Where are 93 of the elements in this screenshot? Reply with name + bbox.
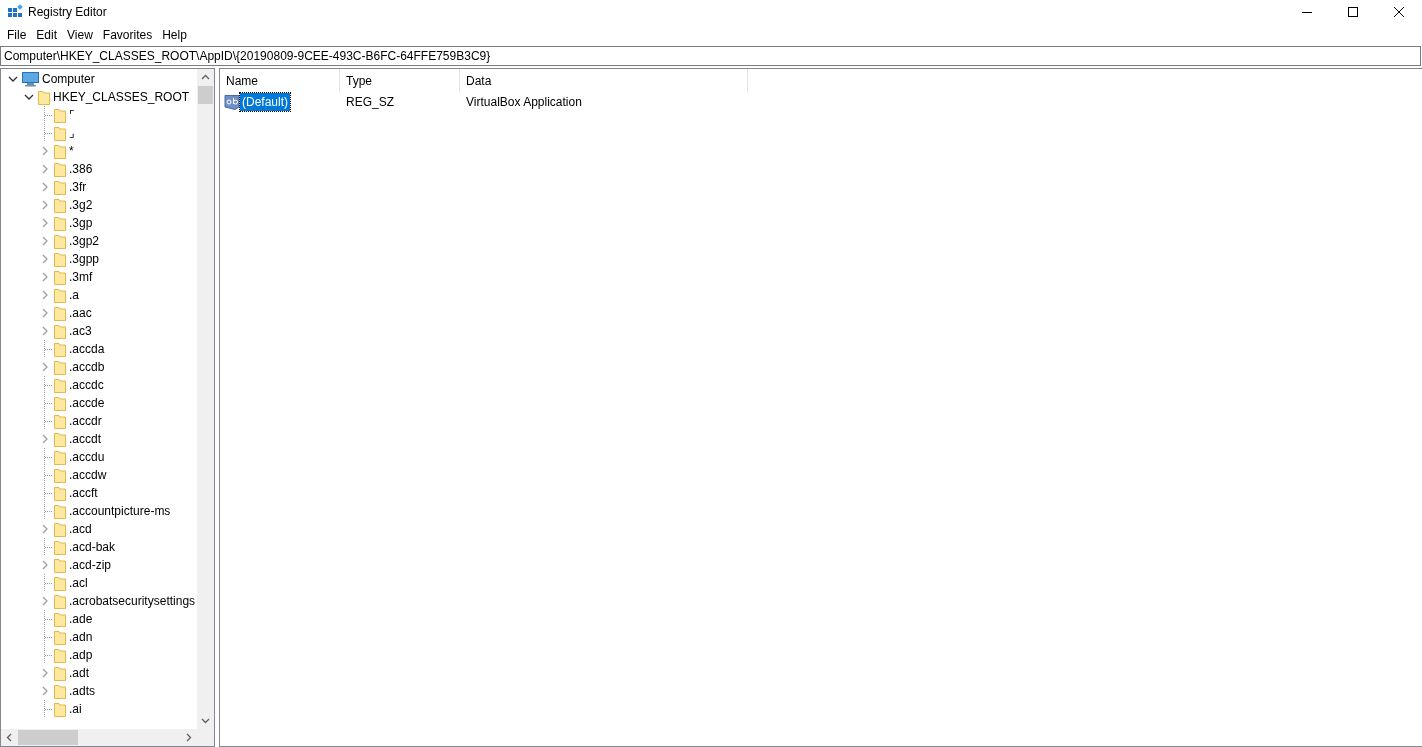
folder-icon <box>53 538 67 556</box>
tree-node-label[interactable]: .adt <box>67 665 91 681</box>
scroll-thumb[interactable] <box>198 86 213 104</box>
close-icon <box>1394 7 1404 17</box>
folder-icon <box>53 376 67 394</box>
tree-node-label[interactable]: .accdu <box>67 449 107 465</box>
tree-node-label[interactable]: .3g2 <box>67 197 95 213</box>
tree-node-label[interactable]: .accdw <box>67 467 109 483</box>
folder-icon <box>53 574 67 592</box>
folder-icon <box>53 340 67 358</box>
folder-icon <box>53 556 67 574</box>
folder-icon <box>53 646 67 664</box>
app-icon <box>7 4 23 20</box>
horizontal-scrollbar[interactable] <box>1 729 214 746</box>
tree-node-label[interactable]: .acd <box>67 521 94 537</box>
tree-node-label[interactable]: .ai <box>67 701 84 717</box>
tree-node-label[interactable]: Computer <box>40 71 97 87</box>
folder-icon <box>37 88 51 106</box>
column-header[interactable]: Data <box>460 69 748 93</box>
minimize-icon <box>1302 11 1312 13</box>
menu-item[interactable]: View <box>62 24 98 46</box>
tree-node-label[interactable]: .3fr <box>67 179 89 195</box>
address-bar[interactable]: Computer\HKEY_CLASSES_ROOT\AppID\{20190809-9CEE-493C-B6FC-64FFE759B3C9} <box>0 46 1421 66</box>
folder-icon <box>53 466 67 484</box>
folder-icon <box>53 106 67 124</box>
folder-icon <box>53 394 67 412</box>
value-type: REG_SZ <box>345 94 395 111</box>
folder-icon <box>53 700 67 718</box>
folder-icon <box>53 250 67 268</box>
tree-node-label[interactable]: .3mf <box>67 269 95 285</box>
string-value-icon <box>224 94 240 110</box>
tree-node-label[interactable]: .acd-bak <box>67 539 118 555</box>
folder-icon <box>53 142 67 160</box>
folder-icon <box>53 214 67 232</box>
computer-icon <box>21 71 40 87</box>
tree-node-label[interactable]: .accdr <box>67 413 104 429</box>
folder-icon <box>53 448 67 466</box>
folder-icon <box>53 592 67 610</box>
folder-icon <box>53 232 67 250</box>
folder-icon <box>53 304 67 322</box>
window-title: Registry Editor <box>28 4 108 21</box>
folder-icon <box>53 268 67 286</box>
tree-node-label[interactable]: .386 <box>67 161 95 177</box>
value-name[interactable]: (Default) <box>240 93 290 111</box>
tree-node-label[interactable]: ⌜ <box>67 107 77 123</box>
tree-node-label[interactable]: .accdc <box>67 377 106 393</box>
folder-icon <box>53 124 67 142</box>
tree-node-label[interactable]: .accdt <box>67 431 103 447</box>
column-header[interactable]: Type <box>340 69 460 93</box>
tree-node-label[interactable]: .3gp2 <box>67 233 102 249</box>
tree-node-label[interactable]: .adn <box>67 629 95 645</box>
tree-node-label[interactable]: .3gpp <box>67 251 102 267</box>
tree-node-label[interactable]: .accft <box>67 485 100 501</box>
folder-icon <box>53 322 67 340</box>
folder-icon <box>53 196 67 214</box>
tree-node-label[interactable]: * <box>67 143 76 159</box>
tree-node-label[interactable]: .adts <box>67 683 97 699</box>
tree-node-label[interactable]: .acd-zip <box>67 557 114 573</box>
vertical-scrollbar[interactable] <box>197 69 214 729</box>
tree-node-label[interactable]: .aac <box>67 305 94 321</box>
tree-node-label[interactable]: HKEY_CLASSES_ROOT <box>51 89 192 105</box>
folder-icon <box>53 286 67 304</box>
folder-icon <box>53 682 67 700</box>
tree-node-label[interactable]: .acrobatsecuritysettings <box>67 593 197 609</box>
folder-icon <box>53 664 67 682</box>
tree-node-label[interactable]: .ac3 <box>67 323 94 339</box>
menu-item[interactable]: Favorites <box>97 24 158 46</box>
menu-item[interactable]: Help <box>157 24 192 46</box>
scroll-thumb[interactable] <box>18 730 78 745</box>
tree-node-label[interactable]: .accdb <box>67 359 107 375</box>
tree-node-label[interactable]: .accde <box>67 395 107 411</box>
tree-node-label[interactable]: .accda <box>67 341 107 357</box>
menu-item[interactable]: File <box>2 24 32 46</box>
tree-node-label[interactable]: .acl <box>67 575 90 591</box>
folder-icon <box>53 358 67 376</box>
tree-node-label[interactable]: ⌟ <box>67 125 77 141</box>
folder-icon <box>53 484 67 502</box>
tree-node-label[interactable]: .a <box>67 287 81 303</box>
tree-node-label[interactable]: .3gp <box>67 215 95 231</box>
folder-icon <box>53 178 67 196</box>
folder-icon <box>53 520 67 538</box>
tree-node-label[interactable]: .accountpicture-ms <box>67 503 173 519</box>
maximize-icon <box>1348 7 1358 17</box>
value-data: VirtualBox Application <box>465 94 583 111</box>
folder-icon <box>53 160 67 178</box>
folder-icon <box>53 610 67 628</box>
folder-icon <box>53 502 67 520</box>
folder-icon <box>53 430 67 448</box>
folder-icon <box>53 628 67 646</box>
tree-node-label[interactable]: .ade <box>67 611 95 627</box>
tree-node-label[interactable]: .adp <box>67 647 95 663</box>
menu-item[interactable]: Edit <box>31 24 63 46</box>
folder-icon <box>53 412 67 430</box>
